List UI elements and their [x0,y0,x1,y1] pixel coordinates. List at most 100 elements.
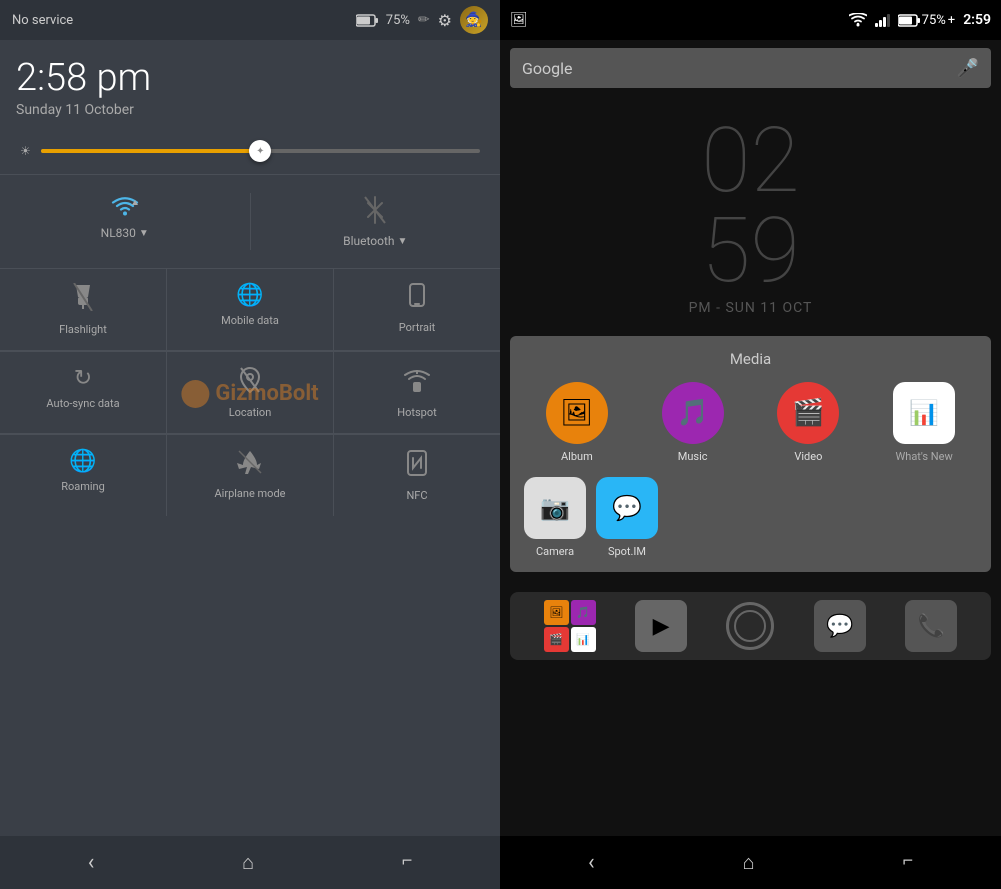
right-status-bar: 🖼 75% + 2:59 [500,0,1001,40]
autosync-toggle[interactable]: ↻ Auto-sync data [0,352,166,433]
video-icon: 🎬 [777,382,839,444]
chat-button[interactable]: 💬 [814,600,866,652]
flashlight-label: Flashlight [59,323,107,336]
signal-bars-icon [875,13,890,27]
video-label: Video [794,450,822,463]
current-time: 2:58 pm [16,56,484,100]
wifi-status-icon [849,13,867,27]
flashlight-toggle[interactable]: Flashlight [0,269,166,350]
roaming-label: Roaming [61,480,105,493]
mobiledata-label: Mobile data [221,314,279,327]
right-home-button[interactable]: ⌂ [742,850,754,875]
brightness-slider[interactable]: ✦ [41,149,480,153]
hotspot-toggle[interactable]: Hotspot [334,352,500,433]
brightness-thumb[interactable]: ✦ [249,140,271,162]
media-item-music[interactable]: 🎵 Music [640,382,746,463]
media-title: Media [524,350,977,368]
spotim-icon: 💬 [596,477,658,539]
battery-icon [356,14,378,27]
portrait-label: Portrait [399,321,436,334]
mic-icon[interactable]: 🎤 [957,58,979,79]
no-service-text: No service [12,13,356,28]
media-item-whatsnew[interactable]: 📊 What's New [871,382,977,463]
clock-widget: 02 59 PM - SUN 11 OCT [500,96,1001,326]
phone-button[interactable]: 📞 [905,600,957,652]
media-item-album[interactable]: 🖼 Album [524,382,630,463]
current-date: Sunday 11 October [16,102,484,118]
dock-mini-music: 🎵 [571,600,596,625]
music-icon: 🎵 [662,382,724,444]
search-text: Google [522,59,957,78]
brightness-slider-container: ☀ ✦ [20,144,480,158]
roaming-toggle[interactable]: 🌐 Roaming [0,435,166,516]
media-item-camera[interactable]: 📷 Camera [524,477,586,558]
screenshot-icon: 🖼 [510,12,528,28]
right-dock: 🖼 🎵 🎬 📊 ▶ 💬 📞 [510,592,991,660]
dock-mini-video: 🎬 [544,627,569,652]
location-label: Location [229,406,272,419]
mobiledata-icon: 🌐 [236,283,263,308]
camera-label: Camera [536,545,574,558]
left-status-bar: No service 75% ✏ ⚙ 🧙 [0,0,500,40]
right-clock: 2:59 [963,12,991,28]
mobiledata-toggle[interactable]: 🌐 Mobile data [167,269,333,350]
music-label: Music [678,450,708,463]
dock-app-folder[interactable]: 🖼 🎵 🎬 📊 [544,600,596,652]
media-apps-row2: 📷 Camera 💬 Spot.IM [524,477,977,558]
brightness-fill [41,149,261,153]
camera-icon: 📷 [524,477,586,539]
avatar[interactable]: 🧙 [460,6,488,34]
hotspot-icon [404,366,430,400]
recents-button[interactable]: ⌐ [402,850,413,875]
home-ring-inner [734,610,766,642]
location-icon [239,366,261,400]
bluetooth-icon [363,195,387,230]
bt-dropdown-arrow: ▼ [398,236,408,247]
wifi-name-row: NL830 ▼ [101,226,149,240]
media-widget: Media 🖼 Album 🎵 Music 🎬 Vide [510,336,991,572]
brightness-low-icon: ☀ [20,144,31,158]
spotim-label: Spot.IM [608,545,646,558]
home-button[interactable]: ⌂ [242,850,254,875]
location-toggle[interactable]: Location [167,352,333,433]
clock-minutes: 59 [701,206,800,296]
right-battery: 75% + [898,13,956,28]
media-item-video[interactable]: 🎬 Video [756,382,862,463]
nfc-label: NFC [406,489,427,502]
bt-label: Bluetooth [343,234,394,248]
search-bar[interactable]: Google 🎤 [510,48,991,88]
airplane-toggle[interactable]: Airplane mode [167,435,333,516]
wifi-toggle-inner: NL830 ▼ [4,195,246,240]
portrait-icon [407,283,427,315]
dock-spacer [500,582,1001,592]
whatsnew-icon: 📊 [893,382,955,444]
wifi-dropdown-arrow: ▼ [139,228,149,239]
wifi-icon [110,195,140,222]
dock-mini-album: 🖼 [544,600,569,625]
home-ring-button[interactable] [726,602,774,650]
right-back-button[interactable]: ‹ [588,850,595,875]
nfc-toggle[interactable]: NFC [334,435,500,516]
left-panel: No service 75% ✏ ⚙ 🧙 2:58 pm Sunday 11 O… [0,0,500,889]
roaming-icon: 🌐 [69,449,96,474]
airplane-label: Airplane mode [214,487,285,500]
status-bar-right: 75% ✏ ⚙ 🧙 [356,6,488,34]
settings-gear-icon[interactable]: ⚙ [438,11,452,30]
nfc-icon [405,449,429,483]
media-item-spotim[interactable]: 💬 Spot.IM [596,477,658,558]
portrait-toggle[interactable]: Portrait [334,269,500,350]
quick-toggles-row3: 🌐 Roaming Airplane mode NFC [0,434,500,516]
bt-name-row: Bluetooth ▼ [343,234,407,248]
autosync-icon: ↻ [74,366,92,391]
whatsnew-label: What's New [896,450,953,463]
right-panel: 🖼 75% + 2:59 Google [500,0,1001,889]
hotspot-label: Hotspot [397,406,436,419]
autosync-label: Auto-sync data [46,397,119,410]
back-button[interactable]: ‹ [88,850,95,875]
play-store-button[interactable]: ▶ [635,600,687,652]
bluetooth-toggle[interactable]: Bluetooth ▼ [251,185,501,258]
quick-toggles-row2: ↻ Auto-sync data Location [0,351,500,433]
wifi-toggle[interactable]: NL830 ▼ [0,185,250,258]
right-recents-button[interactable]: ⌐ [903,850,914,875]
wifi-ssid: NL830 [101,226,136,240]
